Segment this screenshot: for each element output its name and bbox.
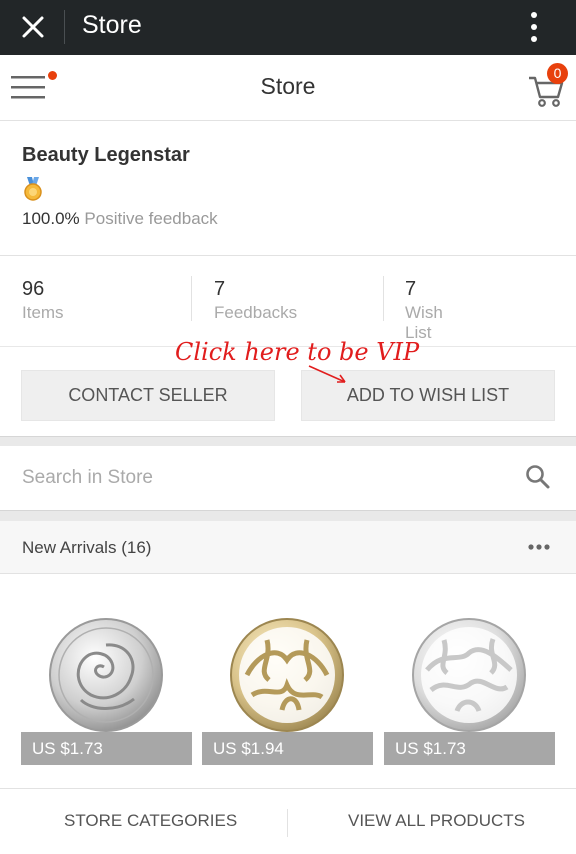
store-stats: 96 Items 7 Feedbacks 7 Wish List xyxy=(0,256,576,347)
vip-annotation: Click here to be VIP xyxy=(175,338,420,366)
stat-value: 7 xyxy=(214,278,226,300)
product-card[interactable]: US $1.73 xyxy=(384,615,555,767)
view-all-products-button[interactable]: VIEW ALL PRODUCTS xyxy=(348,811,525,831)
window-bar: Store xyxy=(0,0,576,55)
divider xyxy=(64,10,65,44)
feedback-value: 100.0% xyxy=(22,209,80,228)
divider xyxy=(383,276,384,321)
store-search[interactable]: Search in Store xyxy=(0,446,576,510)
section-count: (16) xyxy=(121,538,152,557)
cart-count-badge: 0 xyxy=(547,63,568,84)
positive-feedback: 100.0% Positive feedback xyxy=(22,209,218,229)
annotation-arrow-icon xyxy=(308,365,346,383)
section-title: New Arrivals (16) xyxy=(22,538,151,558)
more-icon[interactable] xyxy=(527,537,551,557)
rose-coin-image xyxy=(49,618,163,732)
medal-icon xyxy=(24,177,42,201)
silver-filigree-coin-image xyxy=(412,618,526,732)
divider xyxy=(191,276,192,321)
overflow-menu-icon[interactable] xyxy=(522,10,546,44)
product-price: US $1.73 xyxy=(384,732,555,765)
seller-name[interactable]: Beauty Legenstar xyxy=(22,144,190,167)
product-price: US $1.73 xyxy=(21,732,192,765)
product-card[interactable]: US $1.94 xyxy=(202,615,373,767)
store-categories-button[interactable]: STORE CATEGORIES xyxy=(64,811,237,831)
divider xyxy=(0,436,576,446)
product-card[interactable]: US $1.73 xyxy=(21,615,192,767)
gold-filigree-coin-image xyxy=(230,618,344,732)
section-label: New Arrivals xyxy=(22,538,117,557)
seller-info: Beauty Legenstar 100.0% Positive feedbac… xyxy=(0,121,576,256)
window-title: Store xyxy=(82,11,142,39)
bottom-bar: STORE CATEGORIES VIEW ALL PRODUCTS xyxy=(0,788,576,854)
feedback-label: Positive feedback xyxy=(84,209,218,228)
stat-label: Feedbacks xyxy=(214,303,298,322)
new-arrivals-header[interactable]: New Arrivals (16) xyxy=(0,521,576,574)
page-title: Store xyxy=(260,73,316,99)
divider xyxy=(287,809,288,837)
close-icon[interactable] xyxy=(18,12,48,42)
stat-value: 96 xyxy=(22,278,45,300)
app-header: Store 0 xyxy=(0,55,576,121)
product-price: US $1.94 xyxy=(202,732,373,765)
divider xyxy=(0,510,576,521)
search-icon[interactable] xyxy=(525,464,551,490)
contact-seller-button[interactable]: CONTACT SELLER xyxy=(21,370,275,421)
stat-label: Items xyxy=(22,303,64,322)
stat-label: Wish List xyxy=(405,303,443,342)
stat-value: 7 xyxy=(405,278,417,300)
search-input[interactable]: Search in Store xyxy=(22,467,153,489)
